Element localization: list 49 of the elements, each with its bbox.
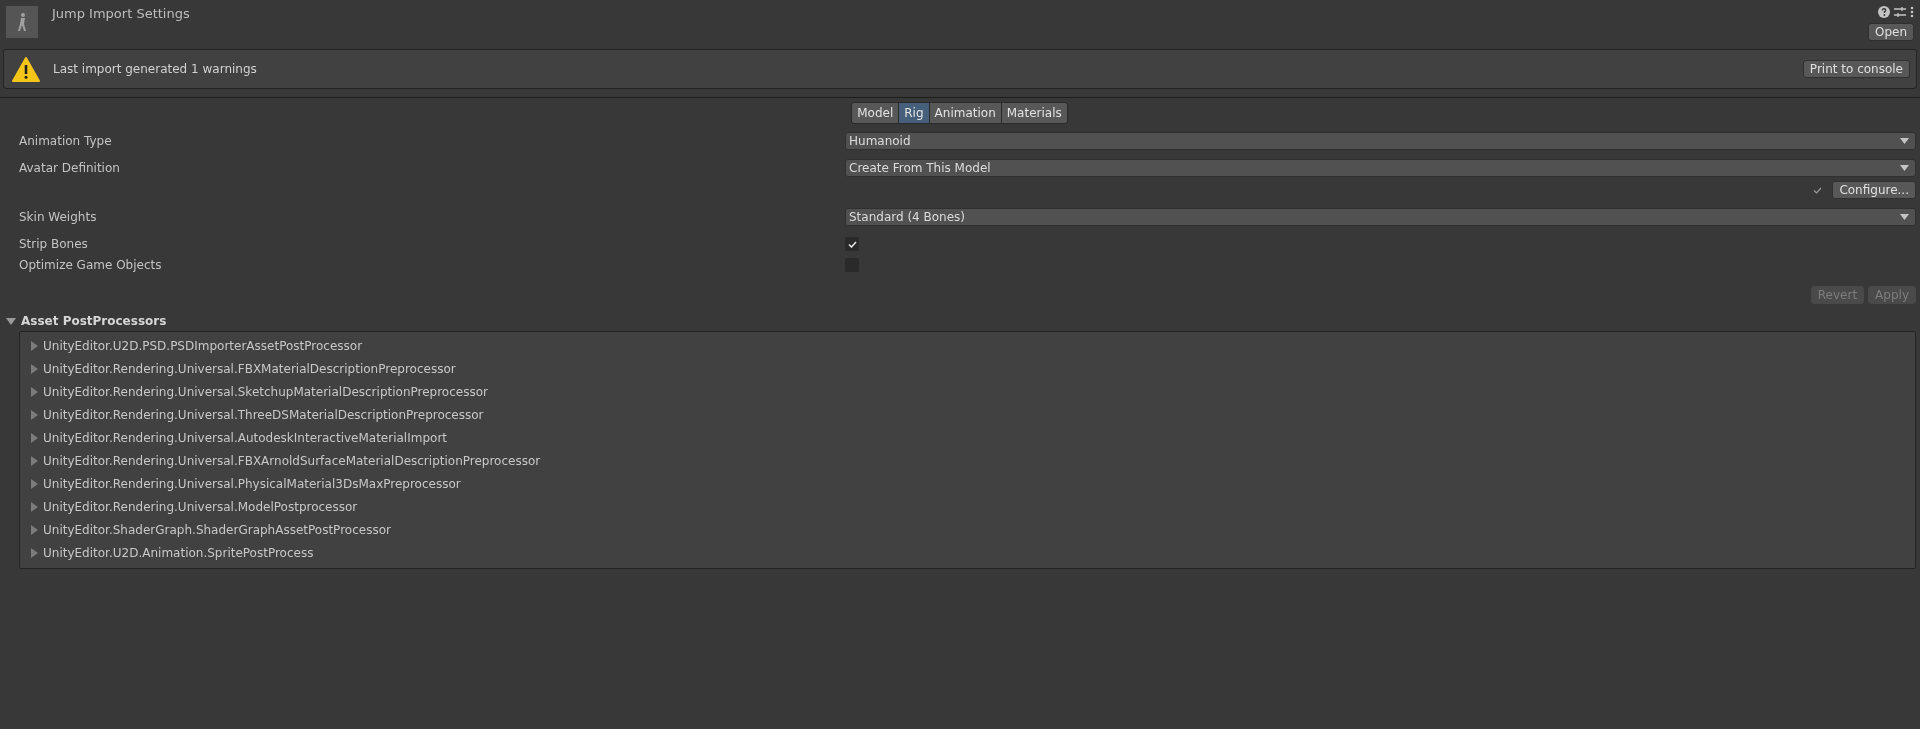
foldout-arrow-icon[interactable] <box>6 316 16 326</box>
foldout-arrow-icon[interactable] <box>29 547 39 558</box>
checkmark-icon <box>1813 186 1823 194</box>
field-label: Optimize Game Objects <box>19 258 163 272</box>
print-to-console-button[interactable]: Print to console <box>1802 60 1910 78</box>
more-icon[interactable] <box>1910 6 1914 18</box>
field-label: Skin Weights <box>19 210 98 224</box>
field-label: Avatar Definition <box>19 161 121 175</box>
field-label: Strip Bones <box>19 237 89 251</box>
checkbox[interactable] <box>845 237 859 251</box>
open-button[interactable]: Open <box>1867 23 1914 41</box>
foldout-arrow-icon[interactable] <box>29 363 39 374</box>
help-icon[interactable] <box>1878 6 1890 18</box>
caret-icon <box>1900 165 1909 171</box>
section-title: Asset PostProcessors <box>21 314 167 328</box>
warning-message: Last import generated 1 warnings <box>53 62 258 76</box>
postprocessor-name: UnityEditor.Rendering.Universal.ThreeDSMaterialDescriptionPreprocessor <box>43 407 484 422</box>
caret-icon <box>1900 138 1909 144</box>
foldout-arrow-icon[interactable] <box>29 524 39 535</box>
postprocessor-name: UnityEditor.Rendering.Universal.AutodeskInteractiveMaterialImport <box>43 430 448 445</box>
foldout-arrow-icon[interactable] <box>29 501 39 512</box>
tab[interactable]: Model <box>851 102 900 124</box>
postprocessor-name: UnityEditor.Rendering.Universal.PhysicalMaterial3DsMaxPreprocessor <box>43 476 461 491</box>
foldout-arrow-icon[interactable] <box>29 386 39 397</box>
tab[interactable]: Animation <box>928 102 1002 124</box>
foldout-arrow-icon[interactable] <box>29 478 39 489</box>
postprocessor-name: UnityEditor.U2D.PSD.PSDImporterAssetPostProcessor <box>43 338 363 353</box>
foldout-arrow-icon[interactable] <box>29 432 39 443</box>
window-title: Jump Import Settings <box>52 6 191 21</box>
dropdown[interactable]: Humanoid <box>845 132 1916 150</box>
postprocessor-name: UnityEditor.Rendering.Universal.SketchupMaterialDescriptionPreprocessor <box>43 384 488 399</box>
configure-button[interactable]: Configure... <box>1832 181 1916 199</box>
figure-icon <box>16 12 28 32</box>
settings-sliders-icon[interactable] <box>1894 6 1906 18</box>
warning-icon <box>12 56 40 82</box>
postprocessor-name: UnityEditor.Rendering.Universal.FBXMaterialDescriptionPreprocessor <box>43 361 456 376</box>
postprocessor-name: UnityEditor.Rendering.Universal.ModelPostprocessor <box>43 499 358 514</box>
tab[interactable]: Rig <box>898 102 930 124</box>
foldout-arrow-icon[interactable] <box>29 409 39 420</box>
field-label: Animation Type <box>19 134 113 148</box>
postprocessor-name: UnityEditor.U2D.Animation.SpritePostProcess <box>43 545 314 560</box>
postprocessor-name: UnityEditor.ShaderGraph.ShaderGraphAssetPostProcessor <box>43 522 391 537</box>
dropdown[interactable]: Standard (4 Bones) <box>845 208 1916 226</box>
foldout-arrow-icon[interactable] <box>29 340 39 351</box>
tab[interactable]: Materials <box>1000 102 1068 124</box>
postprocessor-name: UnityEditor.Rendering.Universal.FBXArnoldSurfaceMaterialDescriptionPreprocessor <box>43 453 541 468</box>
caret-icon <box>1900 214 1909 220</box>
foldout-arrow-icon[interactable] <box>29 455 39 466</box>
dropdown[interactable]: Create From This Model <box>845 159 1916 177</box>
